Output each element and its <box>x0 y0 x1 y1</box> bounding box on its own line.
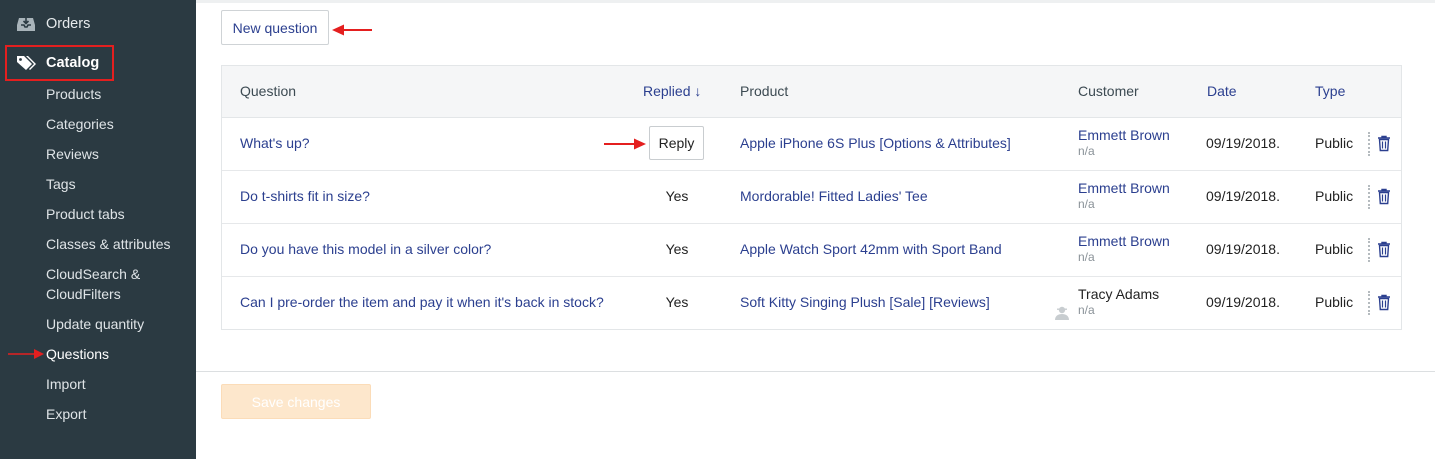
question-link[interactable]: Do t-shirts fit in size? <box>240 188 612 204</box>
annotation-arrow <box>332 24 372 36</box>
annotation-arrow <box>8 349 44 359</box>
table-row: What's up? Reply Apple iPhone 6S Plus [O… <box>222 118 1401 171</box>
tags-icon <box>16 53 36 73</box>
sidebar-item-cloudsearch[interactable]: CloudSearch & CloudFilters <box>46 264 140 304</box>
trash-icon[interactable] <box>1377 294 1391 311</box>
sidebar-item-catalog[interactable]: Catalog <box>5 45 114 81</box>
customer-email: n/a <box>1078 303 1095 317</box>
drag-handle[interactable] <box>1368 185 1370 209</box>
divider <box>196 371 1435 372</box>
customer-cell: Emmett Brown n/a <box>1078 180 1170 211</box>
product-link[interactable]: Mordorable! Fitted Ladies' Tee <box>740 188 928 204</box>
customer-email: n/a <box>1078 197 1095 211</box>
customer-name: Tracy Adams <box>1078 286 1160 302</box>
main-content: New question Question Replied ↓ Product … <box>196 0 1435 459</box>
customer-cell: Tracy Adams n/a <box>1078 286 1159 317</box>
sidebar-item-export[interactable]: Export <box>46 404 86 424</box>
type-select[interactable]: Public <box>1315 135 1353 151</box>
sidebar-item-label: Orders <box>46 16 91 32</box>
user-ghost-icon <box>1055 306 1069 320</box>
replied-value: Yes <box>665 188 689 204</box>
date-value: 09/19/2018. <box>1206 294 1280 310</box>
column-header-date[interactable]: Date <box>1207 83 1237 99</box>
reply-button[interactable]: Reply <box>649 126 704 160</box>
trash-icon[interactable] <box>1377 188 1391 205</box>
question-link[interactable]: Can I pre-order the item and pay it when… <box>240 294 612 310</box>
sidebar-item-label: Catalog <box>46 55 100 71</box>
product-link[interactable]: Soft Kitty Singing Plush [Sale] [Reviews… <box>740 294 990 310</box>
inbox-icon <box>16 14 36 34</box>
sidebar-item-categories[interactable]: Categories <box>46 114 114 134</box>
type-select[interactable]: Public <box>1315 241 1353 257</box>
drag-handle[interactable] <box>1368 132 1370 156</box>
product-link[interactable]: Apple iPhone 6S Plus [Options & Attribut… <box>740 135 1011 151</box>
sidebar-item-label: CloudSearch & <box>46 266 141 282</box>
replied-value: Yes <box>665 241 689 257</box>
sidebar-item-orders[interactable]: Orders <box>0 9 90 39</box>
customer-link[interactable]: Emmett Brown <box>1078 180 1170 196</box>
save-changes-button[interactable]: Save changes <box>221 384 371 419</box>
questions-table: Question Replied ↓ Product Customer Date… <box>221 65 1402 330</box>
customer-cell: Emmett Brown n/a <box>1078 233 1170 264</box>
question-link[interactable]: Do you have this model in a silver color… <box>240 241 612 257</box>
sidebar-item-update-quantity[interactable]: Update quantity <box>46 314 144 334</box>
drag-handle[interactable] <box>1368 238 1370 262</box>
customer-email: n/a <box>1078 250 1095 264</box>
customer-link[interactable]: Emmett Brown <box>1078 127 1170 143</box>
table-row: Do you have this model in a silver color… <box>222 224 1401 277</box>
column-header-product: Product <box>740 83 789 99</box>
sidebar: Orders Catalog Products Categories Revie… <box>0 0 196 459</box>
drag-handle[interactable] <box>1368 291 1370 315</box>
sidebar-item-classes-attributes[interactable]: Classes & attributes <box>46 234 171 254</box>
new-question-button[interactable]: New question <box>221 10 329 45</box>
annotation-arrow <box>604 138 646 150</box>
sidebar-item-products[interactable]: Products <box>46 84 101 104</box>
trash-icon[interactable] <box>1377 135 1391 152</box>
sidebar-item-label: CloudFilters <box>46 286 121 302</box>
table-row: Can I pre-order the item and pay it when… <box>222 277 1401 330</box>
question-link[interactable]: What's up? <box>240 135 612 151</box>
column-header-question: Question <box>240 83 297 99</box>
date-value: 09/19/2018. <box>1206 135 1280 151</box>
sidebar-item-questions[interactable]: Questions <box>46 344 109 364</box>
column-header-customer: Customer <box>1078 83 1139 99</box>
sidebar-item-tags[interactable]: Tags <box>46 174 76 194</box>
sidebar-item-reviews[interactable]: Reviews <box>46 144 99 164</box>
product-link[interactable]: Apple Watch Sport 42mm with Sport Band <box>740 241 1002 257</box>
type-select[interactable]: Public <box>1315 188 1353 204</box>
sidebar-item-import[interactable]: Import <box>46 374 86 394</box>
trash-icon[interactable] <box>1377 241 1391 258</box>
date-value: 09/19/2018. <box>1206 241 1280 257</box>
date-value: 09/19/2018. <box>1206 188 1280 204</box>
replied-value: Yes <box>665 294 689 310</box>
customer-link[interactable]: Emmett Brown <box>1078 233 1170 249</box>
sidebar-item-product-tabs[interactable]: Product tabs <box>46 204 125 224</box>
table-header: Question Replied ↓ Product Customer Date… <box>222 66 1401 118</box>
column-header-type[interactable]: Type <box>1315 83 1345 99</box>
column-header-replied[interactable]: Replied ↓ <box>643 83 701 99</box>
type-select[interactable]: Public <box>1315 294 1353 310</box>
divider <box>196 0 1435 3</box>
customer-email: n/a <box>1078 144 1095 158</box>
table-row: Do t-shirts fit in size? Yes Mordorable!… <box>222 171 1401 224</box>
customer-cell: Emmett Brown n/a <box>1078 127 1170 158</box>
